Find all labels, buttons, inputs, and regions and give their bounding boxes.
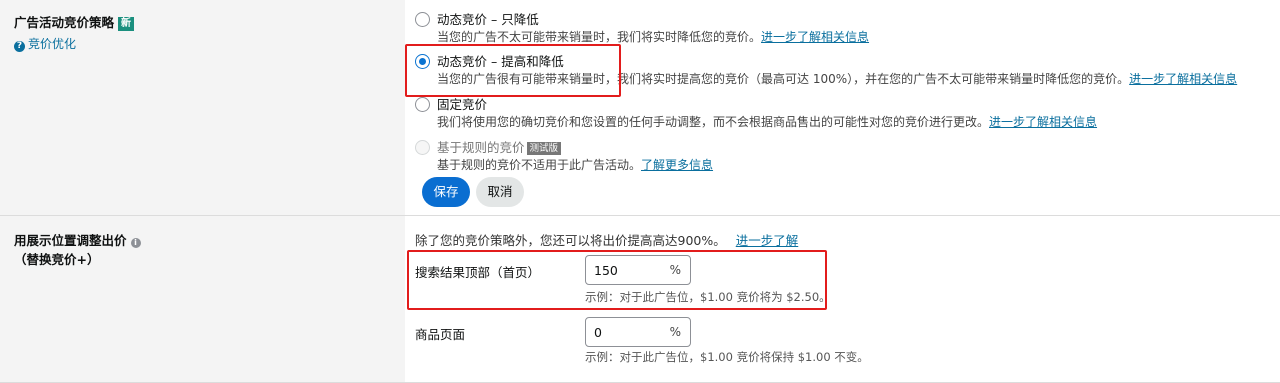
section-label-column: 用展示位置调整出价 i （替换竞价+） [0,216,405,382]
save-button[interactable]: 保存 [422,177,470,207]
percent-sign: % [669,325,681,339]
learn-more-link[interactable]: 了解更多信息 [641,158,713,172]
placement-rows: 除了您的竞价策略外，您还可以将出价提高高达900%。 进一步了解 搜索结果顶部（… [405,216,1280,382]
placement-adjustment-section: 用展示位置调整出价 i （替换竞价+） 除了您的竞价策略外，您还可以将出价提高高达… [0,216,1280,383]
option-label: 动态竞价 – 只降低 [437,12,539,27]
section-label-column: 广告活动竞价策略新 ? 竞价优化 [0,0,405,215]
option-desc: 我们将使用您的确切竞价和您设置的任何手动调整，而不会根据商品售出的可能性对您的竞… [437,115,1097,130]
radio-dynamic-up-down[interactable] [415,54,430,69]
bid-optimization-link[interactable]: ? 竞价优化 [14,35,76,52]
option-desc-text: 基于规则的竞价不适用于此广告活动。 [437,158,642,172]
option-desc-text: 当您的广告很有可能带来销量时，我们将实时提高您的竞价（最高可达 100%），并在… [437,72,1130,86]
learn-more-link[interactable]: 进一步了解相关信息 [989,115,1097,129]
new-badge: 新 [118,17,135,31]
bid-optimization-link-text: 竞价优化 [28,37,77,51]
question-icon: ? [14,41,25,52]
cancel-button[interactable]: 取消 [476,177,524,207]
placement-title-text: 用展示位置调整出价 [14,233,127,248]
top-of-search-example: 示例：对于此广告位，$1.00 竞价将为 $2.50。 [585,290,831,304]
product-pages-label: 商品页面 [415,327,466,342]
bidding-strategy-section: 广告活动竞价策略新 ? 竞价优化 动态竞价 – 只降低 当您的广告不太可能带来销量… [0,0,1280,216]
top-of-search-field[interactable] [594,261,664,279]
top-of-search-label: 搜索结果顶部（首页） [415,265,541,280]
option-label: 动态竞价 – 提高和降低 [437,54,564,69]
option-label: 固定竞价 [437,97,488,112]
top-of-search-input[interactable]: % [585,255,691,285]
option-label: 基于规则的竞价 测试版 [437,140,562,156]
placement-intro: 除了您的竞价策略外，您还可以将出价提高高达900%。 进一步了解 [415,230,798,249]
highlight-box-strategy [405,44,621,97]
option-desc: 基于规则的竞价不适用于此广告活动。了解更多信息 [437,158,713,173]
strategy-title: 广告活动竞价策略新 [14,12,135,31]
placement-learn-more-link[interactable]: 进一步了解 [736,233,799,248]
product-pages-field[interactable] [594,323,664,341]
placement-intro-text: 除了您的竞价策略外，您还可以将出价提高高达900%。 [415,233,726,248]
option-desc: 当您的广告不太可能带来销量时，我们将实时降低您的竞价。进一步了解相关信息 [437,30,869,45]
percent-sign: % [669,263,681,277]
strategy-options: 动态竞价 – 只降低 当您的广告不太可能带来销量时，我们将实时降低您的竞价。进一… [405,0,1280,215]
learn-more-link[interactable]: 进一步了解相关信息 [761,30,869,44]
option-desc: 当您的广告很有可能带来销量时，我们将实时提高您的竞价（最高可达 100%），并在… [437,72,1237,87]
product-pages-input[interactable]: % [585,317,691,347]
info-icon[interactable]: i [130,238,141,248]
radio-rule-based [415,140,430,155]
learn-more-link[interactable]: 进一步了解相关信息 [1129,72,1237,86]
option-desc-text: 当您的广告不太可能带来销量时，我们将实时降低您的竞价。 [437,30,762,44]
radio-fixed-bids[interactable] [415,97,430,112]
radio-dynamic-down[interactable] [415,12,430,27]
product-pages-example: 示例：对于此广告位，$1.00 竞价将保持 $1.00 不变。 [585,350,869,364]
option-desc-text: 我们将使用您的确切竞价和您设置的任何手动调整，而不会根据商品售出的可能性对您的竞… [437,115,990,129]
beta-badge: 测试版 [526,142,562,155]
placement-title: 用展示位置调整出价 i [14,230,141,249]
strategy-title-text: 广告活动竞价策略 [14,15,115,30]
option-label-text: 基于规则的竞价 [437,140,525,155]
placement-subtitle: （替换竞价+） [14,252,100,267]
